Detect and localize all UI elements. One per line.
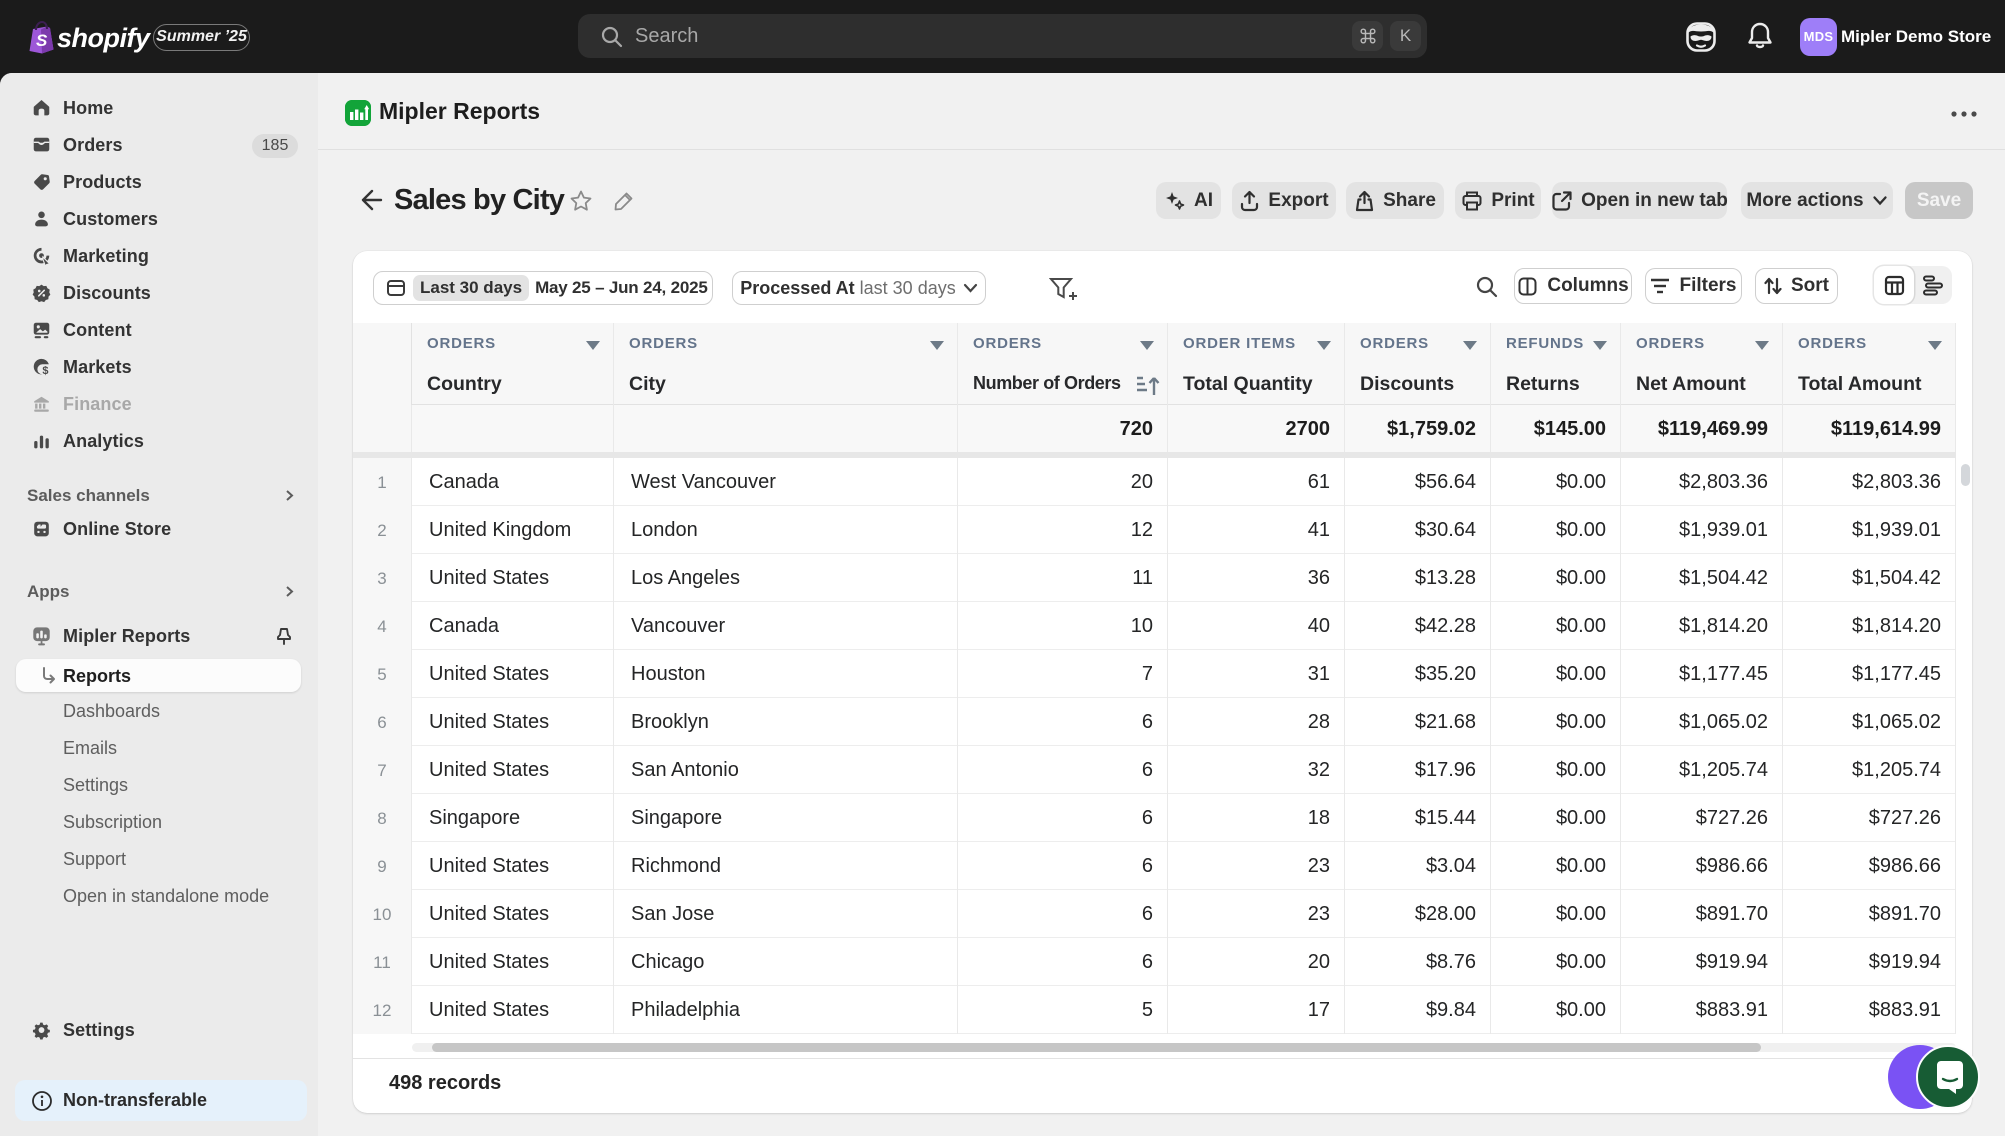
svg-text:S: S (36, 31, 48, 50)
svg-text:$: $ (42, 364, 48, 376)
